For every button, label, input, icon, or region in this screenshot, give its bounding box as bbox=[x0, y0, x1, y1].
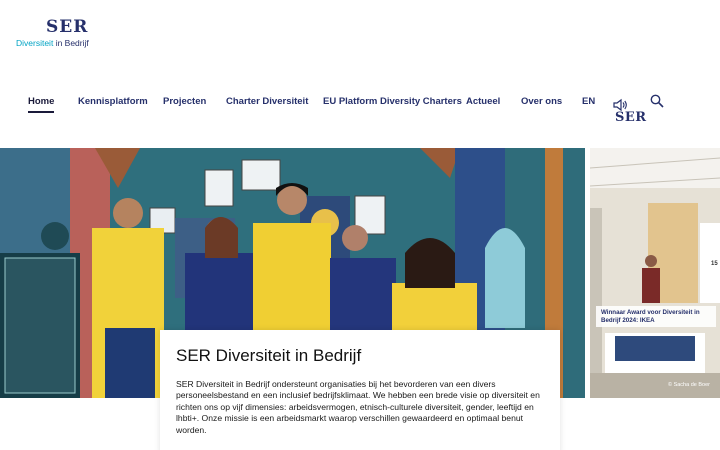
store-sign-number: 15 bbox=[711, 261, 718, 267]
search-icon[interactable] bbox=[650, 94, 664, 108]
intro-text: SER Diversiteit in Bedrijf ondersteunt o… bbox=[176, 379, 540, 435]
nav-item-kennisplatform[interactable]: Kennisplatform bbox=[78, 95, 148, 109]
logo-mark: SER bbox=[46, 17, 89, 37]
store-photo-illustration: 15 bbox=[590, 148, 720, 398]
nav-item-home[interactable]: Home bbox=[28, 95, 55, 113]
hero-photo-store: 15 Winnaar Award voor Diversiteit in Bed… bbox=[590, 148, 720, 398]
photo-credit: © Sacha de Boer bbox=[668, 382, 710, 388]
nav-item-charter-diversiteit[interactable]: Charter Diversiteit bbox=[226, 95, 308, 109]
nav-item-actueel[interactable]: Actueel bbox=[466, 95, 500, 109]
logo-subtitle-part1: Diversiteit bbox=[16, 38, 54, 48]
logo-subtitle: Diversiteit in Bedrijf bbox=[16, 38, 89, 48]
site-logo[interactable]: SER Diversiteit in Bedrijf bbox=[16, 18, 96, 52]
nav-item-over-ons[interactable]: Over ons bbox=[521, 95, 562, 109]
nav-item-language-en[interactable]: EN bbox=[582, 95, 595, 109]
ser-logo-small[interactable]: SER bbox=[615, 110, 647, 125]
page-title: SER Diversiteit in Bedrijf bbox=[176, 346, 362, 365]
intro-card: SER Diversiteit in Bedrijf SER Diversite… bbox=[160, 330, 560, 450]
nav-item-eu-platform[interactable]: EU Platform Diversity Charters bbox=[323, 95, 462, 109]
logo-subtitle-part2: in Bedrijf bbox=[55, 38, 89, 48]
nav-item-projecten[interactable]: Projecten bbox=[163, 95, 206, 109]
award-caption: Winnaar Award voor Diversiteit in Bedrij… bbox=[596, 306, 716, 328]
